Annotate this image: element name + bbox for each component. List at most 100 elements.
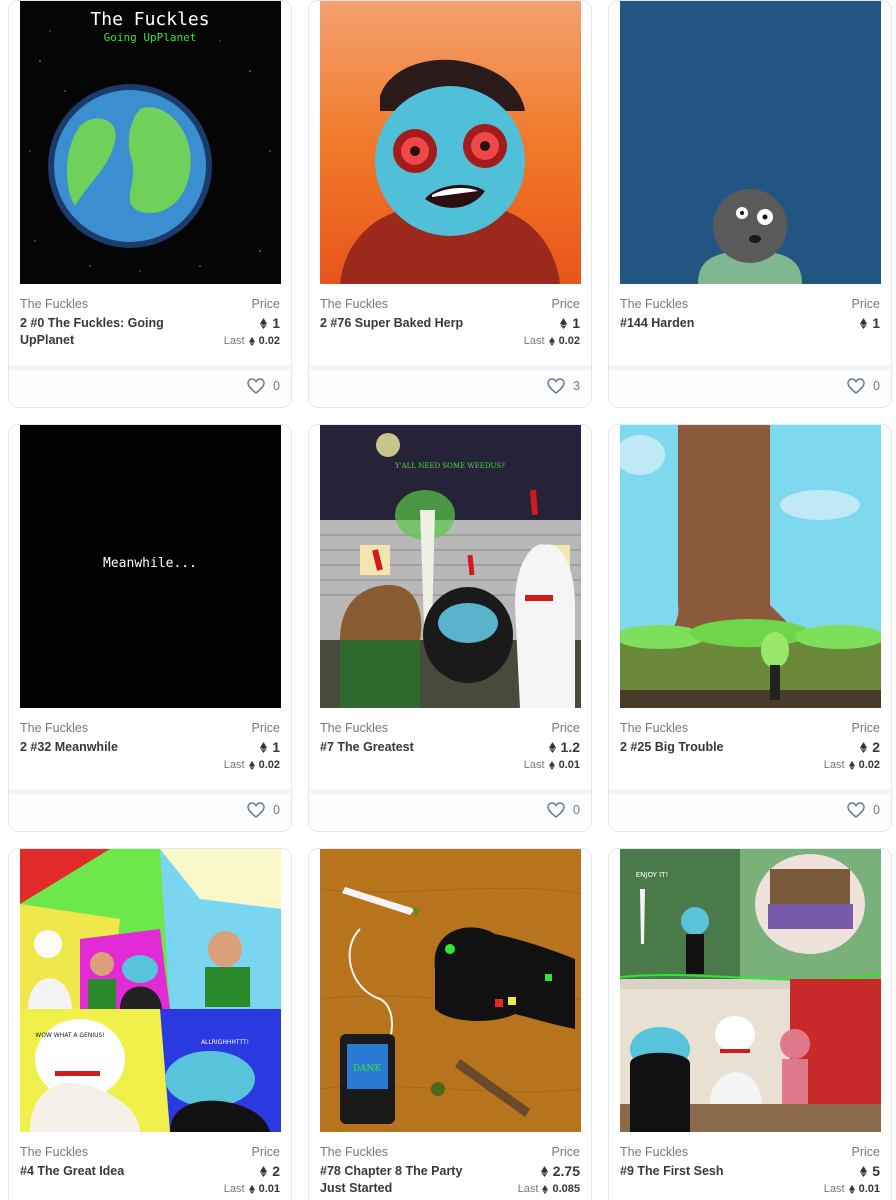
like-count: 3 xyxy=(573,379,580,393)
nft-image[interactable]: The Fuckles Going UpPlanet xyxy=(20,1,281,284)
nft-artwork-greatest: Y'ALL NEED SOME WEEDUS? xyxy=(320,425,581,708)
nft-image[interactable]: WOW WHAT A GENIUS! ALLRIGHHHTTT! xyxy=(20,849,281,1132)
nft-image[interactable]: DANK xyxy=(320,849,581,1132)
collection-name[interactable]: The Fuckles xyxy=(20,1145,88,1159)
price-label: Price xyxy=(551,1145,580,1159)
price-value: 5 xyxy=(860,1163,880,1179)
price-value: 1 xyxy=(260,315,280,331)
heart-icon xyxy=(847,378,865,394)
ethereum-icon xyxy=(548,760,555,770)
nft-title[interactable]: #144 Harden xyxy=(620,315,780,332)
heart-icon xyxy=(547,378,565,394)
nft-card[interactable]: DANK The Fuckles #78 Chapter 8 The Party… xyxy=(308,848,592,1200)
ethereum-icon xyxy=(560,317,568,329)
nft-title[interactable]: 2 #25 Big Trouble xyxy=(620,739,780,756)
like-button[interactable]: 0 xyxy=(247,802,280,818)
collection-name[interactable]: The Fuckles xyxy=(620,1145,688,1159)
last-sale: Last 0.01 xyxy=(823,1183,880,1195)
nft-image[interactable]: ENJOY IT! xyxy=(620,849,881,1132)
ethereum-icon xyxy=(260,741,268,753)
collection-name[interactable]: The Fuckles xyxy=(320,1145,388,1159)
nft-image[interactable] xyxy=(320,1,581,284)
nft-title[interactable]: #78 Chapter 8 The Party Just Started xyxy=(320,1163,480,1197)
price-label: Price xyxy=(251,1145,280,1159)
ethereum-icon xyxy=(860,741,868,753)
ethereum-icon xyxy=(548,336,555,346)
price-label: Price xyxy=(851,297,880,311)
heart-icon xyxy=(247,802,265,818)
svg-text:Meanwhile...: Meanwhile... xyxy=(103,556,197,571)
like-button[interactable]: 0 xyxy=(247,378,280,394)
like-count: 0 xyxy=(873,379,880,393)
svg-text:Y'ALL NEED SOME WEEDUS?: Y'ALL NEED SOME WEEDUS? xyxy=(394,462,505,470)
nft-title[interactable]: 2 #32 Meanwhile xyxy=(20,739,180,756)
collection-name[interactable]: The Fuckles xyxy=(20,297,88,311)
heart-icon xyxy=(847,802,865,818)
ethereum-icon xyxy=(548,741,556,753)
like-count: 0 xyxy=(273,379,280,393)
nft-card[interactable]: WOW WHAT A GENIUS! ALLRIGHHHTTT! The Fuc… xyxy=(8,848,292,1200)
nft-artwork-big-trouble xyxy=(620,425,881,708)
svg-text:ALLRIGHHHTTT!: ALLRIGHHHTTT! xyxy=(201,1039,249,1046)
ethereum-icon xyxy=(848,760,855,770)
nft-artwork-first-sesh: ENJOY IT! xyxy=(620,849,881,1132)
collection-name[interactable]: The Fuckles xyxy=(620,721,688,735)
like-button[interactable]: 0 xyxy=(847,802,880,818)
nft-image[interactable]: Y'ALL NEED SOME WEEDUS? xyxy=(320,425,581,708)
like-button[interactable]: 0 xyxy=(547,802,580,818)
nft-title[interactable]: 2 #0 The Fuckles: Going UpPlanet xyxy=(20,315,180,349)
ethereum-icon xyxy=(248,760,255,770)
nft-title[interactable]: #7 The Greatest xyxy=(320,739,480,756)
price-value: 1 xyxy=(260,739,280,755)
nft-card[interactable]: The Fuckles 2 #25 Big Trouble Price 2 La… xyxy=(608,424,892,832)
price-label: Price xyxy=(551,297,580,311)
nft-title[interactable]: #9 The First Sesh xyxy=(620,1163,780,1180)
price-value: 1 xyxy=(560,315,580,331)
nft-card[interactable]: Y'ALL NEED SOME WEEDUS? The Fuckles #7 T… xyxy=(308,424,592,832)
like-count: 0 xyxy=(273,803,280,817)
nft-artwork-great-idea: WOW WHAT A GENIUS! ALLRIGHHHTTT! xyxy=(20,849,281,1132)
price-value: 2.75 xyxy=(540,1163,580,1179)
ethereum-icon xyxy=(542,1184,549,1194)
nft-artwork-planet: The Fuckles Going UpPlanet xyxy=(20,1,281,284)
svg-text:ENJOY IT!: ENJOY IT! xyxy=(636,871,669,879)
like-count: 0 xyxy=(873,803,880,817)
nft-artwork-meanwhile: Meanwhile... xyxy=(20,425,281,708)
nft-image[interactable] xyxy=(620,425,881,708)
price-label: Price xyxy=(851,1145,880,1159)
heart-icon xyxy=(247,378,265,394)
nft-card[interactable]: The Fuckles #144 Harden Price 1 0 xyxy=(608,0,892,408)
nft-image[interactable] xyxy=(620,1,881,284)
price-value: 2 xyxy=(860,739,880,755)
collection-name[interactable]: The Fuckles xyxy=(320,721,388,735)
collection-name[interactable]: The Fuckles xyxy=(320,297,388,311)
nft-card[interactable]: The Fuckles Going UpPlanet The Fuckles 2… xyxy=(8,0,292,408)
like-count: 0 xyxy=(573,803,580,817)
like-button[interactable]: 3 xyxy=(547,378,580,394)
nft-artwork-herp xyxy=(320,1,581,284)
nft-title[interactable]: #4 The Great Idea xyxy=(20,1163,180,1180)
ethereum-icon xyxy=(540,1165,548,1177)
price-label: Price xyxy=(851,721,880,735)
svg-text:DANK: DANK xyxy=(353,1064,382,1074)
ethereum-icon xyxy=(860,1165,868,1177)
nft-card[interactable]: Meanwhile... The Fuckles 2 #32 Meanwhile… xyxy=(8,424,292,832)
nft-title[interactable]: 2 #76 Super Baked Herp xyxy=(320,315,480,332)
last-sale: Last 0.02 xyxy=(523,335,580,347)
heart-icon xyxy=(547,802,565,818)
nft-card[interactable]: The Fuckles 2 #76 Super Baked Herp Price… xyxy=(308,0,592,408)
last-sale: Last 0.02 xyxy=(823,759,880,771)
price-value: 1 xyxy=(860,315,880,331)
like-button[interactable]: 0 xyxy=(847,378,880,394)
collection-name[interactable]: The Fuckles xyxy=(620,297,688,311)
price-label: Price xyxy=(251,297,280,311)
collection-name[interactable]: The Fuckles xyxy=(20,721,88,735)
price-value: 1.2 xyxy=(548,739,580,755)
nft-image[interactable]: Meanwhile... xyxy=(20,425,281,708)
last-sale: Last 0.02 xyxy=(223,759,280,771)
nft-card[interactable]: ENJOY IT! The Fuckles #9 The First Sesh … xyxy=(608,848,892,1200)
svg-text:WOW WHAT A GENIUS!: WOW WHAT A GENIUS! xyxy=(35,1032,104,1039)
ethereum-icon xyxy=(848,1184,855,1194)
price-value: 2 xyxy=(260,1163,280,1179)
ethereum-icon xyxy=(260,1165,268,1177)
